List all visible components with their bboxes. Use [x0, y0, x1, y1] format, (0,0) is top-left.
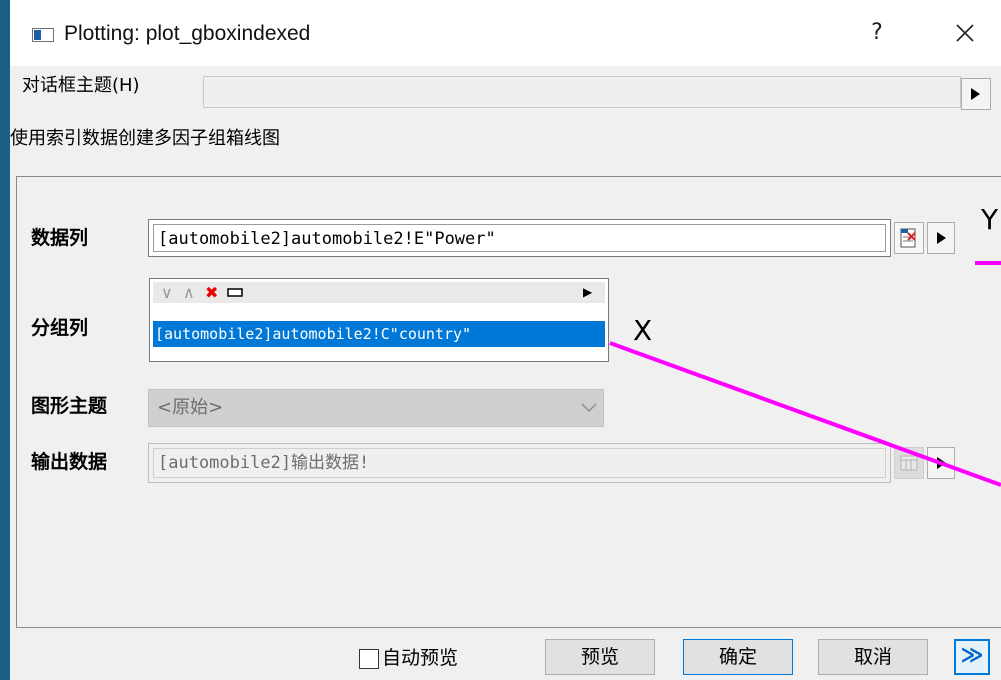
- y-annotation-label: Y: [981, 203, 999, 236]
- annotation-overlay: [609, 261, 1001, 487]
- x-annotation-label: X: [633, 314, 653, 347]
- x-pointer-line: [609, 341, 1001, 487]
